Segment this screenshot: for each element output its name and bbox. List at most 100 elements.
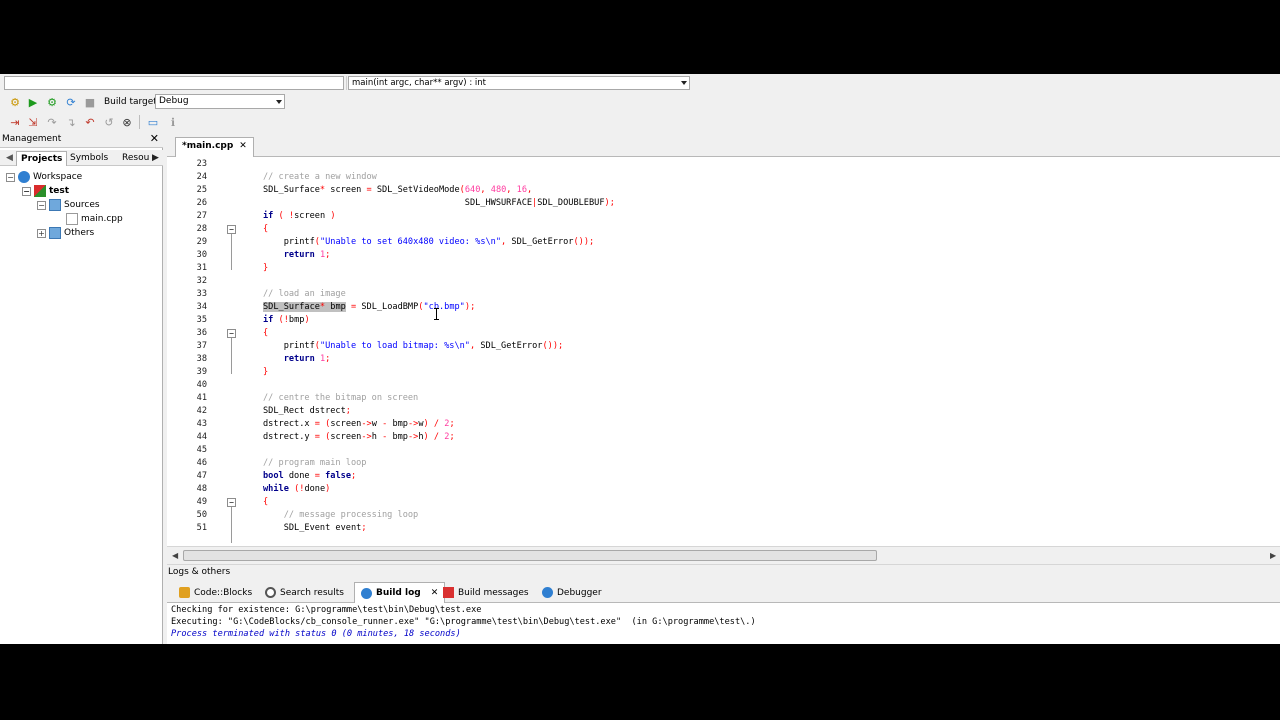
code-line[interactable]: 44 dstrect.y = (screen->h - bmp->h) / 2;: [167, 431, 1280, 444]
management-tabs: ◀ Projects Symbols Resou ▶: [0, 150, 163, 166]
line-number: 33: [196, 289, 207, 299]
tree-item-sources[interactable]: − Sources: [37, 198, 100, 212]
code-line[interactable]: 46 // program main loop: [167, 457, 1280, 470]
code-line[interactable]: 39}: [167, 366, 1280, 379]
abort-icon[interactable]: ■: [82, 94, 98, 110]
next-instruction-icon[interactable]: ↺: [101, 114, 117, 130]
code-line[interactable]: 47 bool done = false;: [167, 470, 1280, 483]
tab-search-results[interactable]: Search results: [259, 582, 350, 603]
tree-item-main-cpp[interactable]: main.cpp: [66, 212, 123, 226]
tree-label: test: [49, 186, 70, 196]
tree-item-others[interactable]: + Others: [37, 226, 94, 240]
line-number: 44: [196, 432, 207, 442]
debug-windows-icon[interactable]: ▭: [145, 114, 161, 130]
tab-build-log[interactable]: Build log ✕: [354, 582, 446, 603]
collapse-icon[interactable]: −: [6, 172, 15, 182]
code-text: {: [263, 224, 269, 234]
scroll-left-icon[interactable]: ◀: [172, 551, 178, 560]
code-line[interactable]: 34 SDL_Surface* bmp = SDL_LoadBMP("cb.bmp…: [167, 301, 1280, 314]
code-line[interactable]: 51 SDL_Event event;: [167, 522, 1280, 535]
build-messages-icon: [443, 587, 454, 598]
tab-scroll-right-icon[interactable]: ▶: [148, 151, 163, 166]
code-line[interactable]: 45: [167, 444, 1280, 457]
code-line[interactable]: 26 SDL_HWSURFACE|SDL_DOUBLEBUF);: [167, 197, 1280, 210]
collapse-icon[interactable]: −: [37, 200, 46, 210]
code-line[interactable]: 25 SDL_Surface* screen = SDL_SetVideoMode…: [167, 184, 1280, 197]
code-line[interactable]: 30 return 1;: [167, 249, 1280, 262]
expand-icon[interactable]: +: [37, 228, 46, 238]
tab-scroll-left-icon[interactable]: ◀: [2, 151, 17, 166]
code-text: dstrect.x = (screen->w - bmp->w) / 2;: [263, 419, 455, 429]
step-into-icon[interactable]: ↴: [63, 114, 79, 130]
tab-projects[interactable]: Projects: [16, 151, 68, 166]
line-number: 47: [196, 471, 207, 481]
rebuild-icon[interactable]: ⟳: [63, 94, 79, 110]
tab-build-messages[interactable]: Build messages: [437, 582, 535, 603]
run-icon[interactable]: ▶: [25, 94, 41, 110]
code-line[interactable]: 29 printf("Unable to set 640x480 video: …: [167, 236, 1280, 249]
ltab-label: Debugger: [557, 587, 602, 598]
log-line: Executing: "G:\CodeBlocks/cb_console_run…: [171, 617, 756, 627]
debugger-toolbar: ⇥ ⇲ ↷ ↴ ↶ ↺ ⊗ ▭ ℹ: [0, 112, 1280, 132]
code-line[interactable]: 43 dstrect.x = (screen->w - bmp->w) / 2;: [167, 418, 1280, 431]
line-number: 37: [196, 341, 207, 351]
scroll-right-icon[interactable]: ▶: [1270, 551, 1276, 560]
code-line[interactable]: 28 − {: [167, 223, 1280, 236]
fold-icon[interactable]: −: [227, 329, 236, 338]
tree-label: Sources: [64, 200, 100, 210]
code-line[interactable]: 40: [167, 379, 1280, 392]
close-icon[interactable]: ✕: [239, 141, 247, 151]
line-number: 24: [196, 172, 207, 182]
build-target-label: Build target:: [104, 97, 160, 107]
code-line[interactable]: 37 printf("Unable to load bitmap: %s\n",…: [167, 340, 1280, 353]
run-to-cursor-icon[interactable]: ⇲: [25, 114, 41, 130]
stop-debugger-icon[interactable]: ⊗: [119, 114, 135, 130]
horizontal-scrollbar[interactable]: ◀ ▶: [167, 546, 1280, 564]
build-and-run-icon[interactable]: ⚙: [44, 94, 60, 110]
tab-main-cpp[interactable]: *main.cpp ✕: [175, 137, 254, 157]
code-line[interactable]: 23: [167, 158, 1280, 171]
line-number: 40: [196, 380, 207, 390]
tab-codeblocks[interactable]: Code::Blocks: [173, 582, 258, 603]
code-text: // centre the bitmap on screen: [263, 393, 419, 403]
code-text: SDL_Surface* bmp = SDL_LoadBMP("cb.bmp")…: [263, 302, 476, 312]
fold-icon[interactable]: −: [227, 225, 236, 234]
code-line[interactable]: 24 // create a new window: [167, 171, 1280, 184]
next-line-icon[interactable]: ↷: [44, 114, 60, 130]
workspace-icon: [18, 171, 30, 183]
scope-dropdown[interactable]: [4, 76, 344, 90]
code-line[interactable]: 38 return 1;: [167, 353, 1280, 366]
line-number: 48: [196, 484, 207, 494]
tab-symbols[interactable]: Symbols: [66, 151, 112, 166]
collapse-icon[interactable]: −: [22, 186, 31, 196]
code-line[interactable]: 33 // load an image: [167, 288, 1280, 301]
management-panel: Management ✕ ◀ Projects Symbols Resou ▶ …: [0, 132, 163, 644]
fold-icon[interactable]: −: [227, 498, 236, 507]
build-target-select[interactable]: Debug: [155, 94, 285, 109]
code-area[interactable]: 23 24 // create a new window 25 SDL_Surface*…: [167, 158, 1280, 546]
code-text: bool done = false;: [263, 471, 357, 481]
scrollbar-thumb[interactable]: [183, 550, 877, 561]
code-line[interactable]: 36 − {: [167, 327, 1280, 340]
code-line[interactable]: 41 // centre the bitmap on screen: [167, 392, 1280, 405]
code-line[interactable]: 32: [167, 275, 1280, 288]
code-line[interactable]: 31}: [167, 262, 1280, 275]
tree-item-workspace[interactable]: − Workspace: [6, 170, 82, 184]
code-line[interactable]: 35 if (!bmp): [167, 314, 1280, 327]
code-line[interactable]: 48 while (!done): [167, 483, 1280, 496]
close-icon[interactable]: ✕: [150, 132, 159, 145]
code-line[interactable]: 27 if ( !screen ): [167, 210, 1280, 223]
code-line[interactable]: 42 SDL_Rect dstrect;: [167, 405, 1280, 418]
code-line[interactable]: 50 // message processing loop: [167, 509, 1280, 522]
step-out-icon[interactable]: ↶: [82, 114, 98, 130]
build-gear-icon[interactable]: ⚙: [7, 94, 23, 110]
tree-item-project-test[interactable]: − test: [22, 184, 69, 198]
various-info-icon[interactable]: ℹ: [165, 114, 181, 130]
tree-label: Workspace: [33, 172, 83, 182]
function-dropdown[interactable]: main(int argc, char** argv) : int: [348, 76, 690, 90]
line-number: 34: [196, 302, 207, 312]
ide-window: main(int argc, char** argv) : int ⚙ ▶ ⚙ …: [0, 74, 1280, 644]
tab-debugger[interactable]: Debugger: [536, 582, 608, 603]
debug-continue-icon[interactable]: ⇥: [7, 114, 23, 130]
code-line[interactable]: 49 − {: [167, 496, 1280, 509]
